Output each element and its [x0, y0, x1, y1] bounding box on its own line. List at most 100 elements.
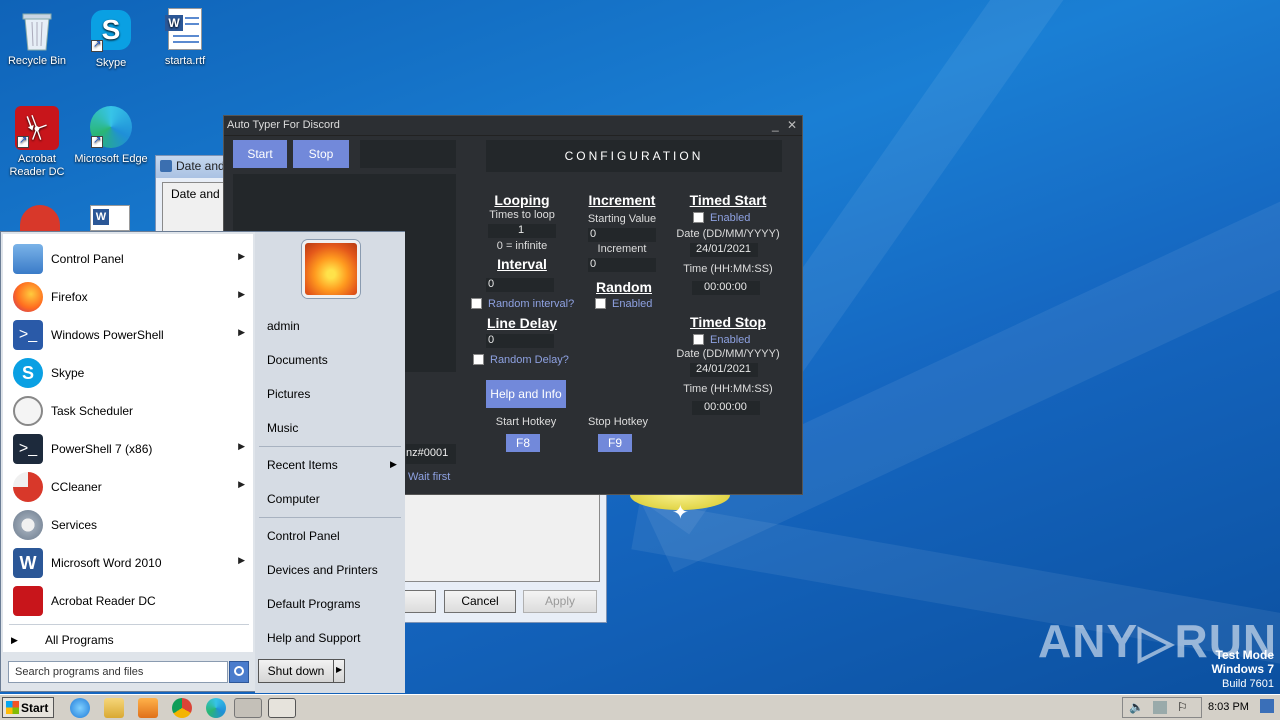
random-enabled-checkbox[interactable]: [595, 298, 606, 309]
desktop-icon-skype[interactable]: S Skype: [74, 8, 148, 70]
network-icon[interactable]: [1153, 701, 1167, 714]
program-powershell-7[interactable]: >_ PowerShell 7 (x86) ▶: [11, 432, 251, 466]
starting-value-label: Starting Value: [587, 213, 657, 225]
powershell-icon: >_: [13, 320, 43, 350]
media-player-icon[interactable]: [138, 698, 158, 718]
timed-start-time-input[interactable]: 00:00:00: [692, 281, 760, 295]
timed-start-time-value: 00:00:00: [704, 281, 747, 293]
place-pictures[interactable]: Pictures: [267, 387, 310, 401]
start-hotkey-button[interactable]: F8: [506, 434, 540, 452]
clock-text[interactable]: 8:03 PM: [1208, 701, 1249, 713]
close-button[interactable]: ✕: [787, 118, 797, 132]
increment-input[interactable]: 0: [588, 258, 656, 272]
desktop-icon-edge[interactable]: Microsoft Edge: [74, 106, 148, 166]
help-info-button[interactable]: Help and Info: [486, 380, 566, 408]
timed-stop-checkbox[interactable]: [693, 334, 704, 345]
place-default-programs[interactable]: Default Programs: [267, 597, 360, 611]
timed-stop-date-value: 24/01/2021: [696, 363, 752, 375]
all-programs[interactable]: ▶ All Programs: [11, 632, 247, 650]
program-acrobat-reader[interactable]: Acrobat Reader DC: [11, 584, 251, 618]
random-delay-checkbox[interactable]: [473, 354, 484, 365]
place-computer[interactable]: Computer: [267, 492, 320, 506]
place-documents[interactable]: Documents: [267, 353, 328, 367]
times-to-loop-value: 1: [518, 224, 525, 236]
interval-input[interactable]: 0: [486, 278, 554, 292]
word-desktop-icon[interactable]: W: [90, 205, 130, 231]
desktop-icon-acrobat[interactable]: ⏧ Acrobat Reader DC: [0, 106, 74, 179]
program-word-2010[interactable]: W Microsoft Word 2010 ▶: [11, 546, 251, 580]
desktop-icon-starta-rtf[interactable]: W starta.rtf: [148, 8, 222, 68]
start-menu[interactable]: Control Panel ▶ Firefox ▶ >_ Windows Pow…: [0, 231, 405, 693]
stop-button[interactable]: Stop: [293, 140, 349, 168]
random-interval-label: Random interval?: [488, 298, 575, 310]
clock-icon: [13, 396, 43, 426]
random-enabled-label: Enabled: [612, 298, 653, 310]
program-skype[interactable]: S Skype: [11, 356, 251, 390]
timed-stop-enabled-label: Enabled: [710, 334, 751, 346]
window-titlebar: Auto Typer For Discord: [224, 116, 802, 136]
acrobat-icon: [13, 586, 43, 616]
desktop-icon-label: starta.rtf: [164, 55, 206, 67]
starting-value-input[interactable]: 0: [588, 228, 656, 242]
account-field[interactable]: [360, 140, 456, 168]
random-delay-label: Random Delay?: [490, 354, 569, 366]
keyboard-app-icon[interactable]: [234, 698, 262, 718]
clock-icon: [160, 160, 172, 172]
program-services[interactable]: Services: [11, 508, 251, 542]
edge-icon[interactable]: [206, 698, 226, 718]
place-help-support[interactable]: Help and Support: [267, 631, 360, 645]
date-time-task-icon[interactable]: [268, 698, 296, 718]
separator: [259, 446, 401, 447]
timed-stop-time-label: Time (HH:MM:SS): [683, 383, 773, 395]
chrome-icon[interactable]: [172, 698, 192, 718]
timed-start-checkbox[interactable]: [693, 212, 704, 223]
program-firefox[interactable]: Firefox ▶: [11, 280, 251, 314]
explorer-icon[interactable]: [104, 698, 124, 718]
start-button[interactable]: Start: [2, 697, 54, 718]
search-button[interactable]: [229, 661, 249, 683]
ie-icon[interactable]: [70, 698, 90, 718]
test-mode-text: Test Mode: [1215, 648, 1274, 662]
shutdown-options-button[interactable]: ▶: [333, 659, 345, 683]
search-input[interactable]: Search programs and files: [8, 661, 228, 683]
cancel-button[interactable]: Cancel: [444, 590, 516, 613]
place-recent-items[interactable]: Recent Items: [267, 458, 338, 472]
dialog-tab[interactable]: Date and T: [171, 187, 230, 201]
timed-start-date-input[interactable]: 24/01/2021: [690, 243, 758, 257]
program-ccleaner[interactable]: CCleaner ▶: [11, 470, 251, 504]
arrow-right-icon: ▶: [11, 635, 18, 645]
desktop-icon-recycle-bin[interactable]: Recycle Bin: [0, 8, 74, 68]
ccleaner-icon: [13, 472, 43, 502]
minimize-button[interactable]: _: [772, 118, 779, 132]
wallpaper-star: ✦: [672, 502, 689, 524]
stop-hotkey-label: Stop Hotkey: [588, 416, 648, 428]
dialog-ok-button[interactable]: [402, 590, 436, 613]
timed-stop-time-input[interactable]: 00:00:00: [692, 401, 760, 415]
timed-stop-date-input[interactable]: 24/01/2021: [690, 363, 758, 377]
user-picture[interactable]: [302, 240, 360, 298]
volume-icon[interactable]: 🔈: [1129, 700, 1144, 714]
interval-header: Interval: [497, 256, 547, 272]
place-control-panel[interactable]: Control Panel: [267, 529, 340, 543]
random-interval-checkbox[interactable]: [471, 298, 482, 309]
show-desktop-icon[interactable]: [1260, 699, 1274, 713]
program-control-panel[interactable]: Control Panel ▶: [11, 242, 251, 276]
place-user[interactable]: admin: [267, 319, 300, 333]
stop-hotkey-button[interactable]: F9: [598, 434, 632, 452]
times-to-loop-input[interactable]: 1: [488, 224, 556, 238]
arrow-right-icon: ▶: [336, 665, 343, 674]
program-task-scheduler[interactable]: Task Scheduler: [11, 394, 251, 428]
place-devices-printers[interactable]: Devices and Printers: [267, 563, 378, 577]
start-menu-programs: Control Panel ▶ Firefox ▶ >_ Windows Pow…: [3, 234, 253, 652]
program-label: Control Panel: [51, 252, 124, 266]
apply-button[interactable]: Apply: [523, 590, 597, 613]
user-field[interactable]: nz#0001: [406, 444, 456, 464]
place-music[interactable]: Music: [267, 421, 298, 435]
powershell-icon: >_: [13, 434, 43, 464]
shutdown-button[interactable]: Shut down: [258, 659, 334, 683]
flag-icon[interactable]: ⚐: [1177, 700, 1188, 714]
ccleaner-desktop-icon[interactable]: [20, 205, 60, 231]
start-button[interactable]: Start: [233, 140, 287, 168]
line-delay-input[interactable]: 0: [486, 334, 554, 348]
program-windows-powershell[interactable]: >_ Windows PowerShell ▶: [11, 318, 251, 352]
